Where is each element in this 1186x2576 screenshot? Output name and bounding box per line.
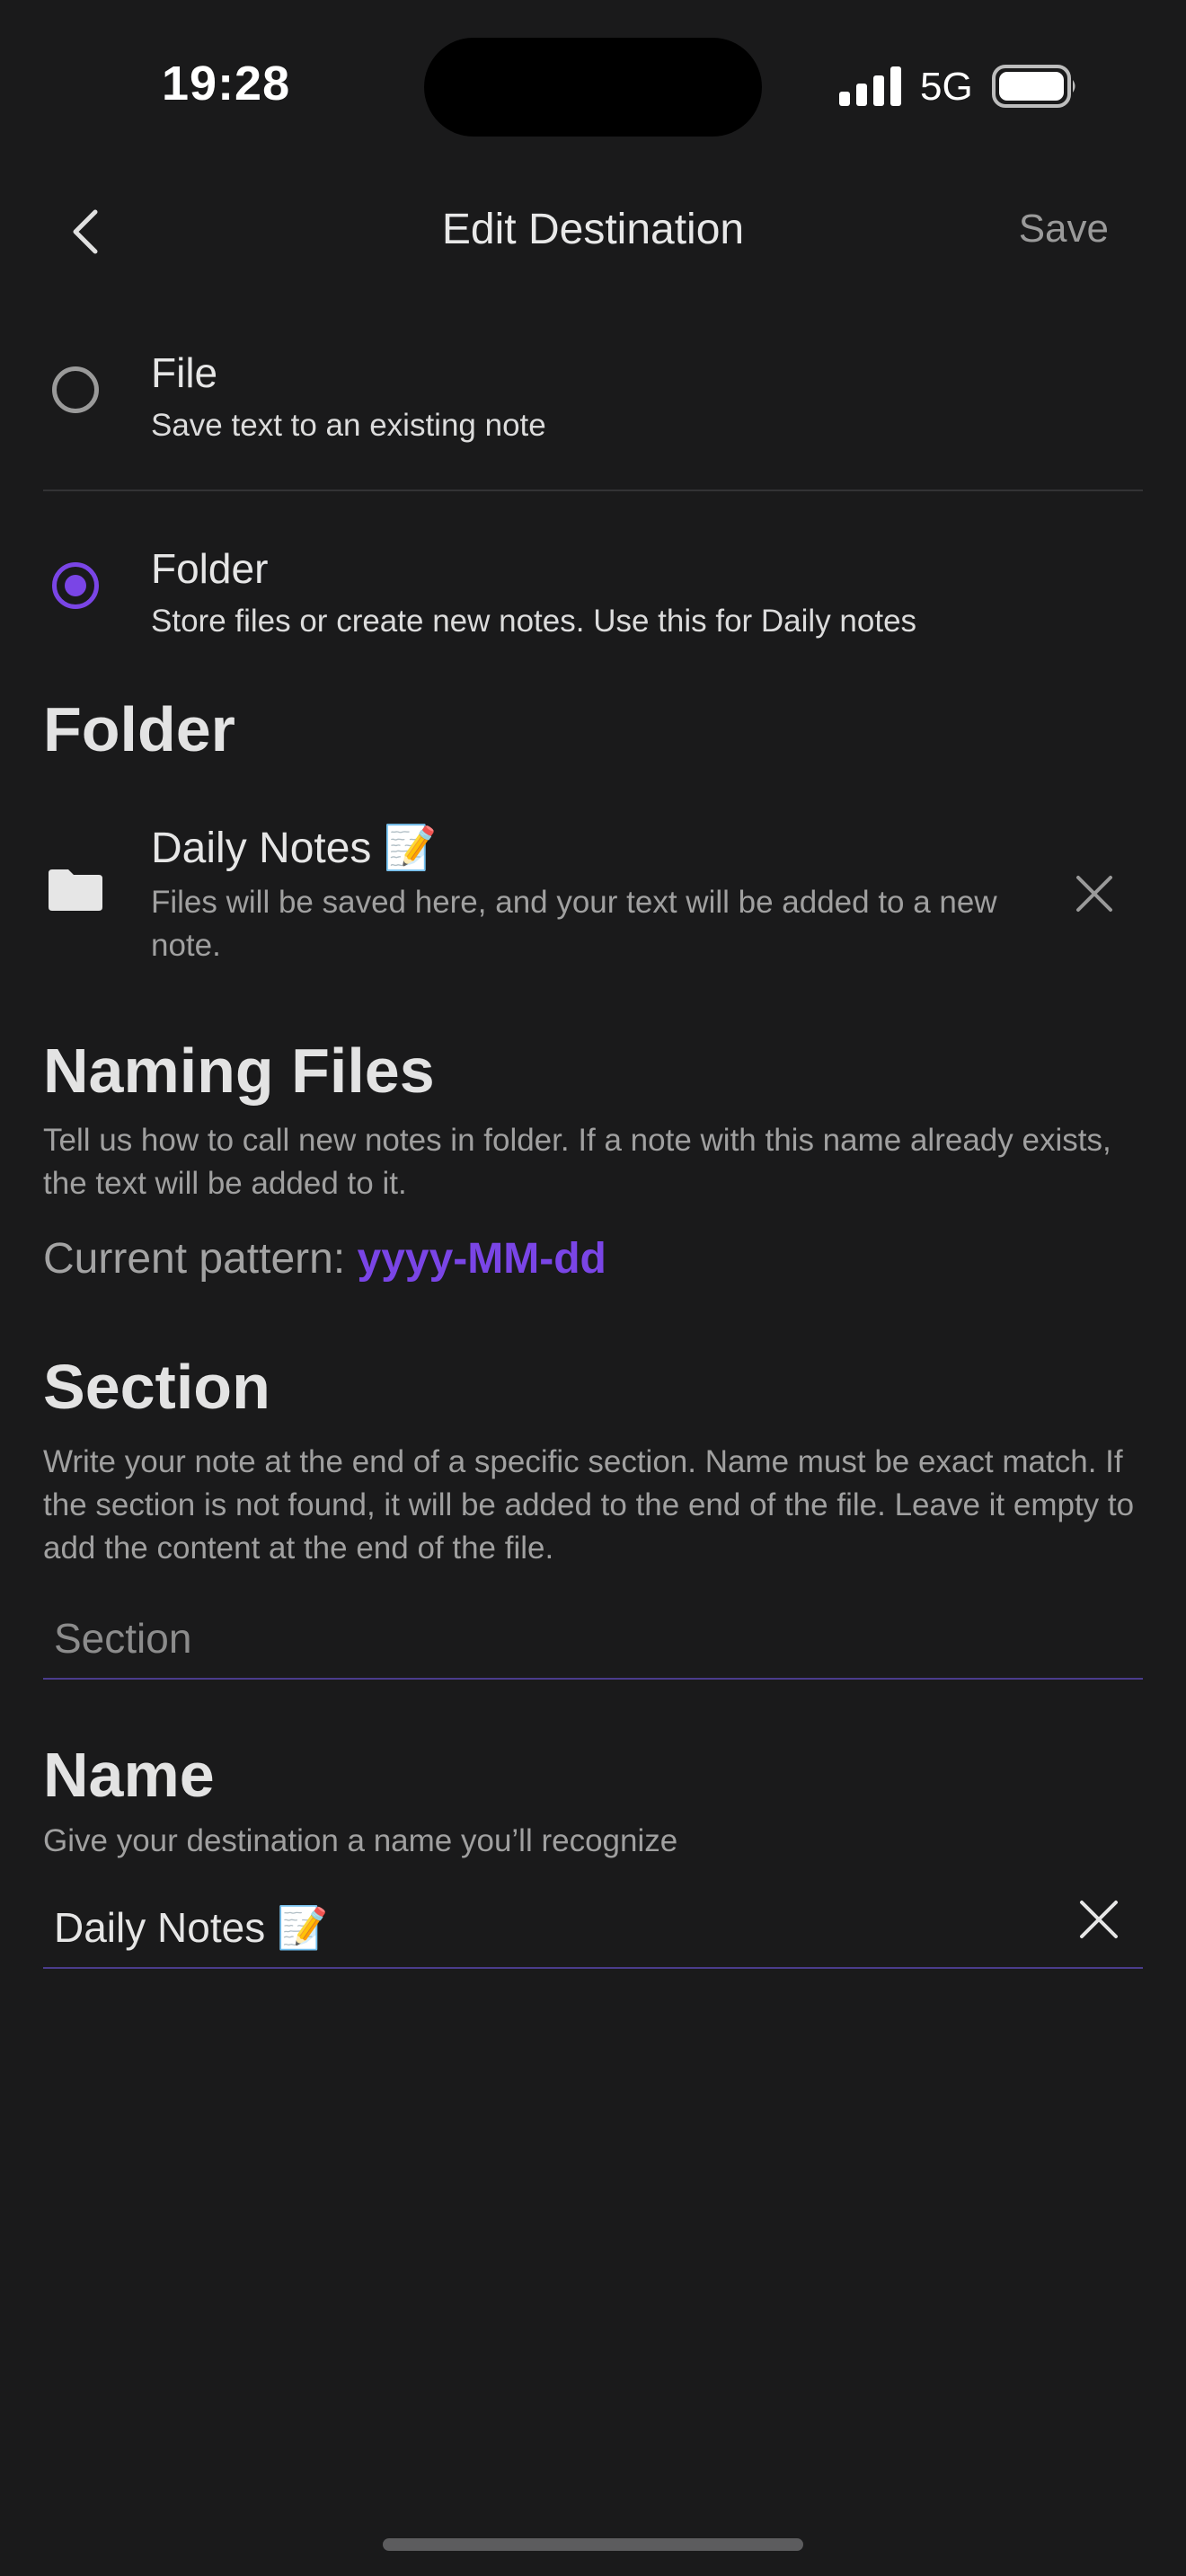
- name-field[interactable]: [43, 1886, 1143, 1969]
- folder-icon: [49, 869, 102, 911]
- radio-folder[interactable]: [52, 562, 99, 609]
- dynamic-island: [424, 38, 762, 137]
- clear-name-icon[interactable]: [1078, 1899, 1120, 1940]
- pattern-value[interactable]: yyyy-MM-dd: [358, 1235, 606, 1283]
- option-file-title: File: [151, 349, 218, 396]
- section-heading: Section: [43, 1352, 270, 1422]
- option-folder-title: Folder: [151, 545, 269, 592]
- radio-file[interactable]: [52, 366, 99, 413]
- signal-icon: [839, 66, 901, 106]
- folder-description: Files will be saved here, and your text …: [151, 885, 997, 963]
- page-title: Edit Destination: [441, 206, 745, 253]
- network-type: 5G: [920, 65, 973, 109]
- folder-selection[interactable]: Daily Notes 📝 Files will be saved here, …: [0, 813, 1186, 975]
- option-folder-subtitle: Store files or create new notes. Use thi…: [151, 604, 917, 639]
- clear-folder-icon[interactable]: [1075, 874, 1114, 913]
- section-field[interactable]: [43, 1606, 1143, 1680]
- name-heading: Name: [43, 1740, 215, 1810]
- name-description: Give your destination a name you’ll reco…: [43, 1823, 678, 1858]
- current-pattern[interactable]: Current pattern: yyyy-MM-dd: [43, 1234, 606, 1284]
- save-button[interactable]: Save: [1019, 207, 1109, 251]
- name-input[interactable]: [54, 1895, 1024, 1960]
- section-input[interactable]: [54, 1606, 1024, 1671]
- divider: [43, 490, 1143, 491]
- pattern-label: Current pattern:: [43, 1235, 358, 1283]
- option-file-subtitle: Save text to an existing note: [151, 408, 546, 443]
- section-description: Write your note at the end of a specific…: [43, 1444, 1135, 1566]
- folder-name: Daily Notes 📝: [151, 825, 438, 872]
- folder-heading: Folder: [43, 694, 235, 764]
- status-time: 19:28: [162, 57, 291, 110]
- option-folder[interactable]: Folder Store files or create new notes. …: [0, 530, 1186, 665]
- naming-files-heading: Naming Files: [43, 1036, 435, 1106]
- home-indicator: [383, 2538, 803, 2551]
- option-file[interactable]: File Save text to an existing note: [0, 332, 1186, 467]
- battery-icon: [992, 65, 1075, 108]
- naming-files-description: Tell us how to call new notes in folder.…: [43, 1123, 1111, 1201]
